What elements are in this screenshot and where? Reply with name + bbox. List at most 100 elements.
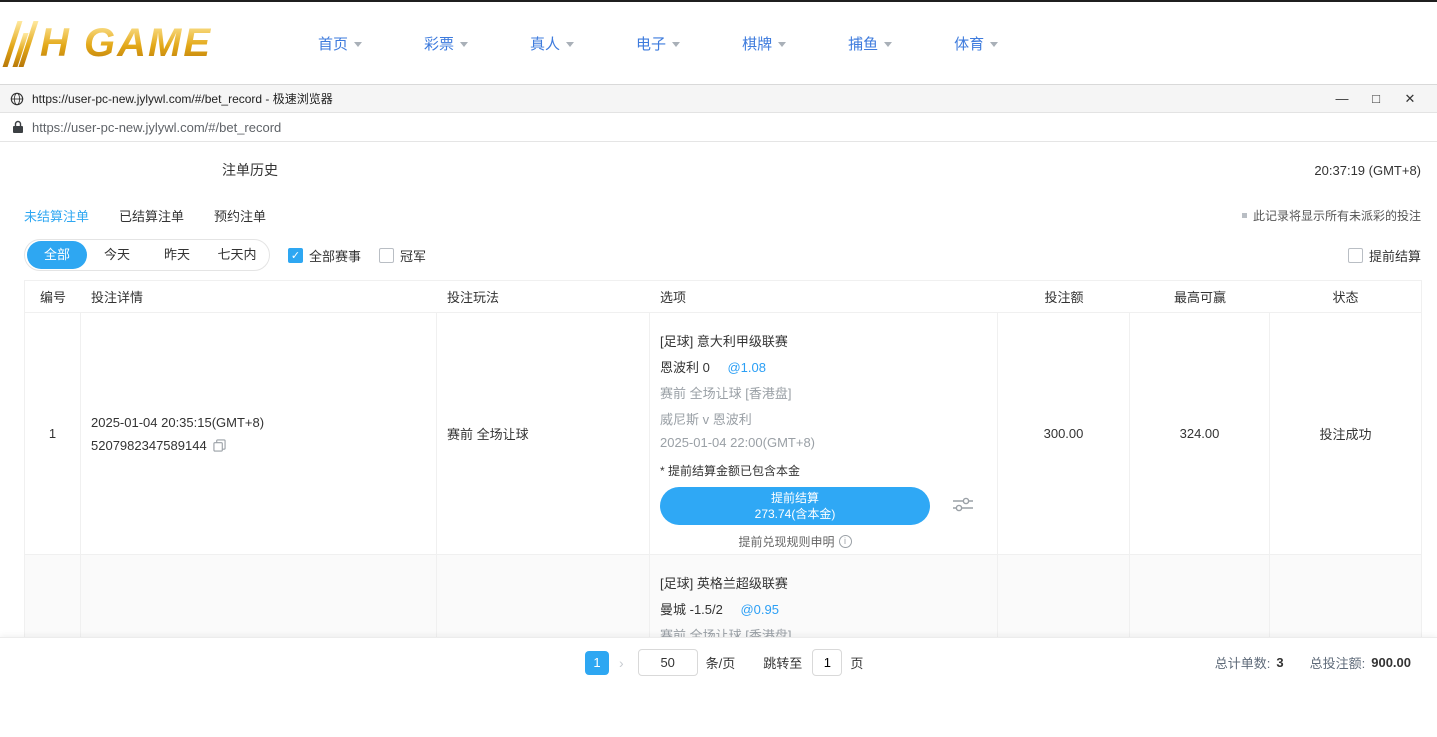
page-number-button[interactable]: 1 <box>585 651 609 675</box>
header-detail: 投注详情 <box>81 287 437 306</box>
site-logo[interactable]: H GAME <box>0 2 300 84</box>
max-win: 324.00 <box>1130 313 1270 554</box>
nav-item-home[interactable]: 首页 <box>318 33 362 54</box>
address-bar[interactable]: https://user-pc-new.jylywl.com/#/bet_rec… <box>0 113 1437 142</box>
per-page-label: 条/页 <box>706 653 736 672</box>
cashout-settings-icon[interactable] <box>952 495 974 518</box>
window-controls: — □ ✕ <box>1325 85 1427 112</box>
logo-text: H GAME <box>40 21 212 66</box>
header-amount: 投注额 <box>998 287 1130 306</box>
total-count-group: 总计单数: 3 <box>1215 653 1284 672</box>
nav-item-lottery[interactable]: 彩票 <box>424 33 468 54</box>
cashout-button[interactable]: 提前结算 273.74(含本金) <box>660 487 930 525</box>
champion-label: 冠军 <box>400 246 426 265</box>
cashout-amount: 273.74(含本金) <box>755 506 836 522</box>
league-name: [足球] 英格兰超级联赛 <box>660 573 987 592</box>
option-cell: [足球] 意大利甲级联赛 恩波利 0 @1.08 赛前 全场让球 [香港盘] 威… <box>650 313 998 554</box>
early-settle-checkbox[interactable]: 提前结算 <box>1348 246 1421 265</box>
address-url[interactable]: https://user-pc-new.jylywl.com/#/bet_rec… <box>32 120 281 135</box>
cashout-rule-link[interactable]: 提前兑现规则申明 i <box>660 533 930 550</box>
date-filter-today[interactable]: 今天 <box>87 241 147 269</box>
cashout-label: 提前结算 <box>771 490 819 506</box>
tab-reserved[interactable]: 预约注单 <box>214 206 266 225</box>
checkbox-unchecked-icon[interactable] <box>379 248 394 263</box>
per-page-input[interactable] <box>638 649 698 676</box>
league-name: [足球] 意大利甲级联赛 <box>660 331 987 350</box>
chevron-down-icon <box>566 42 574 47</box>
pick-line: 恩波利 0 @1.08 <box>660 357 987 376</box>
cashout-area: 提前结算 273.74(含本金) <box>660 487 987 525</box>
jump-label: 跳转至 <box>763 653 802 672</box>
copy-icon[interactable] <box>213 439 226 452</box>
close-button[interactable]: ✕ <box>1393 85 1427 112</box>
all-events-label: 全部赛事 <box>309 246 361 265</box>
nav-label: 真人 <box>530 33 560 54</box>
bet-tabs: 未结算注单 已结算注单 预约注单 此记录将显示所有未派彩的投注 <box>0 198 1437 232</box>
date-filter-7days[interactable]: 七天内 <box>207 241 267 269</box>
tab-settled[interactable]: 已结算注单 <box>119 206 184 225</box>
lock-icon <box>12 120 24 134</box>
nav-item-sports[interactable]: 体育 <box>954 33 998 54</box>
odds-value: @0.95 <box>740 602 779 617</box>
total-amount-label: 总投注额: <box>1310 653 1366 672</box>
early-settle-label: 提前结算 <box>1369 246 1421 265</box>
bet-time: 2025-01-04 20:35:15(GMT+8) <box>91 415 426 430</box>
checkbox-checked-icon[interactable]: ✓ <box>288 248 303 263</box>
bet-id-line: 5207982347589144 <box>91 438 426 453</box>
total-count-label: 总计单数: <box>1215 653 1271 672</box>
nav-label: 彩票 <box>424 33 454 54</box>
page-title: 注单历史 <box>222 160 278 180</box>
chevron-down-icon <box>778 42 786 47</box>
bullet-icon <box>1242 213 1247 218</box>
next-page-icon[interactable]: › <box>619 655 624 671</box>
nav-label: 捕鱼 <box>848 33 878 54</box>
maximize-button[interactable]: □ <box>1359 85 1393 112</box>
champion-checkbox[interactable]: 冠军 <box>379 246 426 265</box>
odds-value: @1.08 <box>727 360 766 375</box>
logo-stripes-icon <box>10 19 34 67</box>
nav-label: 首页 <box>318 33 348 54</box>
filter-row: 全部 今天 昨天 七天内 ✓ 全部赛事 冠军 提前结算 <box>0 232 1437 278</box>
browser-tab-title: https://user-pc-new.jylywl.com/#/bet_rec… <box>32 90 1325 107</box>
chevron-down-icon <box>354 42 362 47</box>
nav-item-slots[interactable]: 电子 <box>636 33 680 54</box>
total-amount-group: 总投注额: 900.00 <box>1310 653 1411 672</box>
info-icon: i <box>839 535 852 548</box>
cashout-rule-text: 提前兑现规则申明 <box>738 533 834 550</box>
bet-amount: 300.00 <box>998 313 1130 554</box>
match-time: 2025-01-04 22:00(GMT+8) <box>660 435 987 450</box>
header-option: 选项 <box>650 287 998 306</box>
nav-item-cards[interactable]: 棋牌 <box>742 33 786 54</box>
jump-page-input[interactable] <box>812 649 842 676</box>
nav-label: 电子 <box>636 33 666 54</box>
browser-titlebar: https://user-pc-new.jylywl.com/#/bet_rec… <box>0 84 1437 113</box>
nav-item-live[interactable]: 真人 <box>530 33 574 54</box>
chevron-down-icon <box>990 42 998 47</box>
date-filter-all[interactable]: 全部 <box>27 241 87 269</box>
checkbox-unchecked-icon[interactable] <box>1348 248 1363 263</box>
header-maxwin: 最高可赢 <box>1130 287 1270 306</box>
total-amount-value: 900.00 <box>1371 655 1411 670</box>
date-filter-yesterday[interactable]: 昨天 <box>147 241 207 269</box>
main-nav: 首页 彩票 真人 电子 棋牌 捕鱼 体育 <box>318 33 1060 54</box>
row-no: 1 <box>25 313 81 554</box>
totals: 总计单数: 3 总投注额: 900.00 <box>1189 653 1411 672</box>
all-events-checkbox[interactable]: ✓ 全部赛事 <box>288 246 361 265</box>
chevron-down-icon <box>672 42 680 47</box>
pick-line: 曼城 -1.5/2 @0.95 <box>660 599 987 618</box>
nav-label: 体育 <box>954 33 984 54</box>
play-type: 赛前 全场让球 <box>437 313 650 554</box>
nav-item-fishing[interactable]: 捕鱼 <box>848 33 892 54</box>
pick-name: 曼城 -1.5/2 <box>660 602 723 617</box>
notice-text: 此记录将显示所有未派彩的投注 <box>1253 207 1421 224</box>
date-range-segmented: 全部 今天 昨天 七天内 <box>24 239 270 271</box>
header-play: 投注玩法 <box>437 287 650 306</box>
table-header-row: 编号 投注详情 投注玩法 选项 投注额 最高可赢 状态 <box>25 281 1421 313</box>
market-line: 赛前 全场让球 [香港盘] <box>660 383 987 402</box>
bet-table: 编号 投注详情 投注玩法 选项 投注额 最高可赢 状态 1 2025-01-04… <box>24 280 1422 687</box>
header-no: 编号 <box>25 287 81 306</box>
chevron-down-icon <box>884 42 892 47</box>
cashout-note: * 提前结算金额已包含本金 <box>660 462 987 479</box>
minimize-button[interactable]: — <box>1325 85 1359 112</box>
tab-unsettled[interactable]: 未结算注单 <box>24 206 89 225</box>
